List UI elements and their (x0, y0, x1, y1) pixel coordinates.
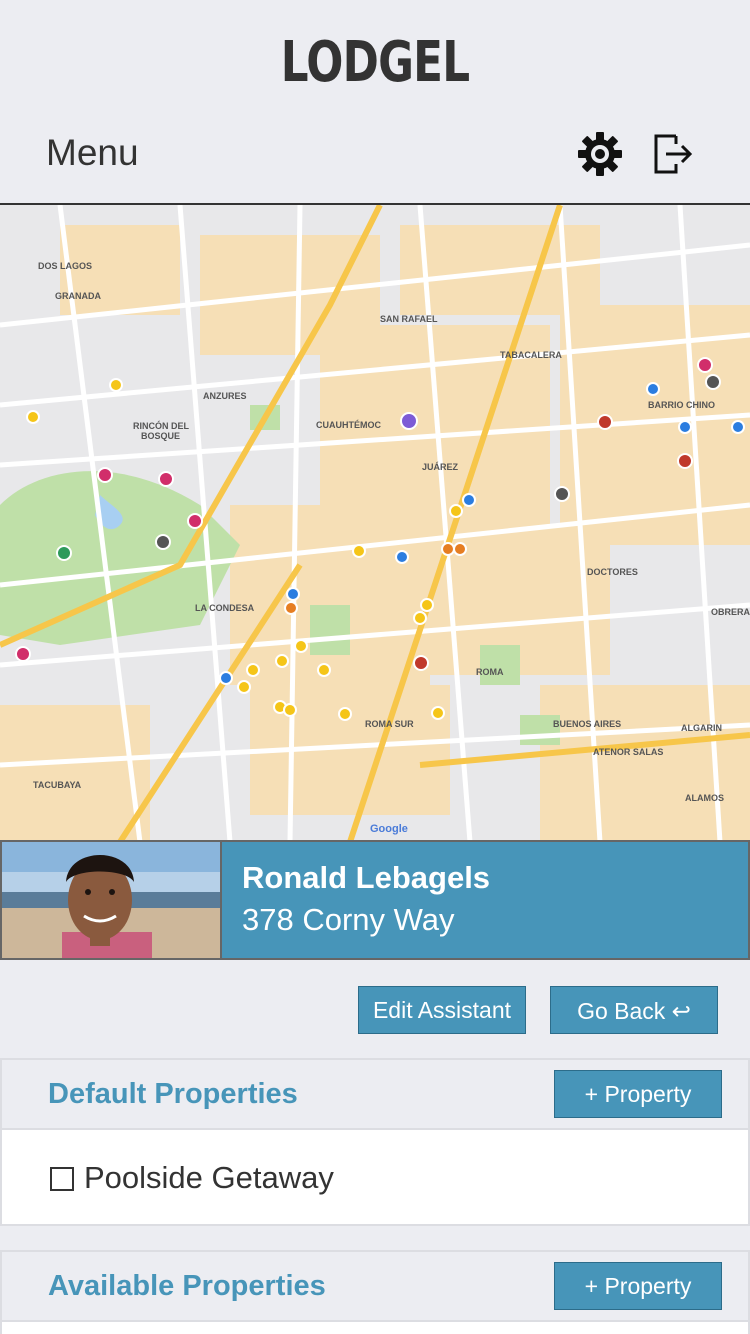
svg-text:DOCTORES: DOCTORES (587, 567, 638, 577)
svg-text:DOS LAGOS: DOS LAGOS (38, 261, 92, 271)
list-item[interactable]: Poolside Getaway (0, 1130, 750, 1226)
map-view[interactable]: DOS LAGOS GRANADA SAN RAFAEL TABACALERA AN… (0, 203, 750, 842)
svg-text:GRANADA: GRANADA (55, 291, 101, 301)
property-checkbox[interactable] (50, 1167, 74, 1191)
svg-text:OBRERA: OBRERA (711, 607, 750, 617)
svg-text:ROMA: ROMA (476, 667, 504, 677)
svg-text:RINCÓN DEL: RINCÓN DEL (133, 420, 190, 431)
svg-text:BUENOS AIRES: BUENOS AIRES (553, 719, 621, 729)
svg-text:ALAMOS: ALAMOS (685, 793, 724, 803)
svg-text:BOSQUE: BOSQUE (141, 431, 180, 441)
svg-text:TACUBAYA: TACUBAYA (33, 780, 82, 790)
edit-assistant-button[interactable]: Edit Assistant (358, 986, 526, 1034)
settings-button[interactable] (576, 130, 624, 178)
assistant-name: Ronald Lebagels (242, 860, 491, 895)
svg-text:ATENOR SALAS: ATENOR SALAS (593, 747, 663, 757)
svg-text:ANZURES: ANZURES (203, 391, 247, 401)
available-properties-list (0, 1322, 750, 1334)
svg-text:SAN RAFAEL: SAN RAFAEL (380, 314, 438, 324)
avatar (2, 842, 222, 958)
logout-icon (654, 134, 693, 174)
section-title: Default Properties (48, 1078, 298, 1110)
available-properties-header: Available Properties + Property (0, 1250, 750, 1322)
go-back-button[interactable]: Go Back ↩ (550, 986, 718, 1034)
svg-text:JUÁREZ: JUÁREZ (422, 462, 459, 472)
menu-button[interactable]: Menu (46, 132, 139, 174)
svg-text:BARRIO CHINO: BARRIO CHINO (648, 400, 715, 410)
property-label: Poolside Getaway (84, 1160, 334, 1195)
svg-text:LA CONDESA: LA CONDESA (195, 603, 255, 613)
svg-text:Google: Google (370, 823, 408, 835)
app-title: LODGEL (280, 30, 470, 95)
assistant-profile-card: Ronald Lebagels 378 Corny Way (0, 840, 750, 960)
gear-icon (578, 132, 622, 176)
logout-button[interactable] (652, 132, 694, 176)
section-title: Available Properties (48, 1270, 326, 1302)
default-properties-header: Default Properties + Property (0, 1058, 750, 1130)
svg-text:CUAUHTÉMOC: CUAUHTÉMOC (316, 420, 381, 430)
add-available-property-button[interactable]: + Property (554, 1262, 722, 1310)
svg-text:TABACALERA: TABACALERA (500, 350, 562, 360)
svg-text:ROMA SUR: ROMA SUR (365, 719, 414, 729)
assistant-address: 378 Corny Way (242, 902, 455, 937)
svg-text:ALGARIN: ALGARIN (681, 723, 722, 733)
add-default-property-button[interactable]: + Property (554, 1070, 722, 1118)
